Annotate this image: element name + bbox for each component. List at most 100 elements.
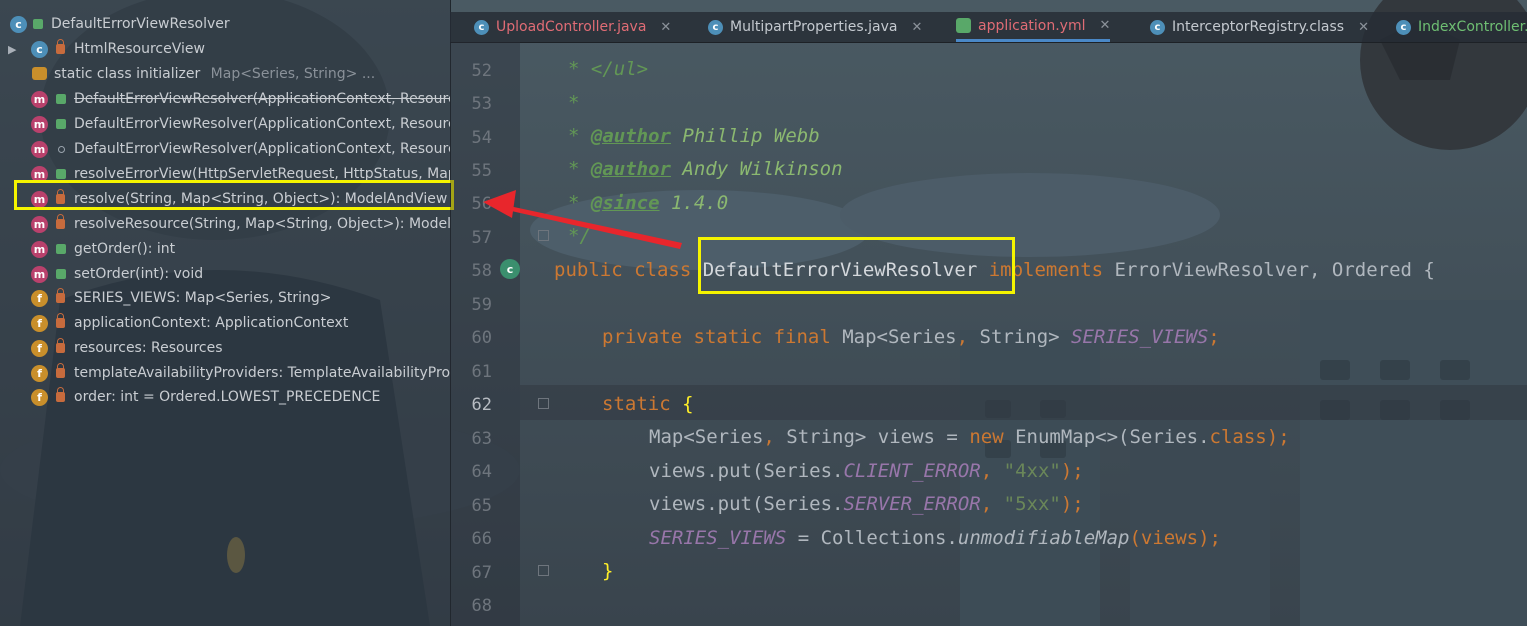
fold-marker-icon[interactable] <box>538 230 549 241</box>
close-icon[interactable]: ✕ <box>911 20 922 35</box>
code-token: } <box>602 560 614 582</box>
method-icon: m <box>31 240 48 258</box>
yaml-file-icon <box>956 18 971 33</box>
field-icon: f <box>31 364 48 382</box>
code-token: class <box>1209 426 1267 448</box>
structure-item[interactable]: ▶ c HtmlResourceView <box>0 37 450 61</box>
tab-index-controller[interactable]: c IndexController. <box>1396 12 1527 42</box>
code-token: SERVER_ERROR <box>843 493 981 515</box>
line-number: 64 <box>471 462 492 482</box>
structure-item[interactable]: f templateAvailabilityProviders: Templat… <box>0 361 450 385</box>
structure-item[interactable]: static class initializer Map<Series, Str… <box>0 62 450 86</box>
code-token: = Collections. <box>786 527 958 549</box>
implemented-interface-gutter-icon[interactable]: c <box>500 259 520 279</box>
structure-item[interactable]: m DefaultErrorViewResolver(ApplicationCo… <box>0 87 450 111</box>
code-line-52: * </ul> <box>568 58 648 80</box>
code-token: , <box>956 326 980 348</box>
code-line-55: * @author Andy Wilkinson <box>568 158 843 180</box>
code-token: "5xx" <box>1003 493 1061 515</box>
structure-item[interactable]: m DefaultErrorViewResolver(ApplicationCo… <box>0 137 450 161</box>
code-line-53: * <box>568 92 579 114</box>
code-line-65: views.put(Series.SERVER_ERROR, "5xx"); <box>649 493 1084 515</box>
line-number-current: 62 <box>471 395 492 415</box>
private-visibility-icon <box>56 288 65 303</box>
tab-label: InterceptorRegistry.class <box>1172 19 1345 35</box>
code-line-57: */ <box>568 225 591 247</box>
field-icon: f <box>31 339 48 357</box>
code-token: , <box>763 426 787 448</box>
line-number: 66 <box>471 529 492 549</box>
code-token: ); <box>1266 426 1290 448</box>
close-icon[interactable]: ✕ <box>660 20 671 35</box>
code-editor[interactable]: 52 53 54 55 56 57 58 59 60 61 62 63 64 6… <box>450 42 1527 626</box>
code-token: views.put(Series. <box>649 460 844 482</box>
structure-item[interactable]: f order: int = Ordered.LOWEST_PRECEDENCE <box>0 385 450 409</box>
code-token: Andy Wilkinson <box>670 158 843 180</box>
structure-item-label: resources: Resources <box>74 340 223 356</box>
code-token: Map<Series <box>842 326 957 348</box>
structure-item[interactable]: m setOrder(int): void <box>0 262 450 286</box>
public-visibility-icon <box>56 169 66 179</box>
structure-item-label: SERIES_VIEWS: Map<Series, String> <box>74 290 332 306</box>
private-visibility-icon <box>56 338 65 353</box>
public-visibility-icon <box>56 119 66 129</box>
structure-item[interactable]: f SERIES_VIEWS: Map<Series, String> <box>0 286 450 310</box>
structure-header[interactable]: c DefaultErrorViewResolver <box>0 12 450 36</box>
highlight-box-resolve <box>14 180 454 210</box>
private-visibility-icon <box>56 363 65 378</box>
code-token: * <box>568 125 591 147</box>
close-icon[interactable]: ✕ <box>1358 20 1369 35</box>
line-number: 65 <box>471 496 492 516</box>
structure-item-hint: Map<Series, String> ... <box>210 66 376 82</box>
code-line-64: views.put(Series.CLIENT_ERROR, "4xx"); <box>649 460 1084 482</box>
tab-application-yml[interactable]: application.yml ✕ <box>956 12 1111 42</box>
line-number: 59 <box>471 295 492 315</box>
structure-item-label: applicationContext: ApplicationContext <box>74 315 349 331</box>
class-icon: c <box>10 15 27 33</box>
structure-item[interactable]: m resolveResource(String, Map<String, Ob… <box>0 212 450 236</box>
structure-header-label: DefaultErrorViewResolver <box>51 16 230 32</box>
structure-item[interactable]: f applicationContext: ApplicationContext <box>0 311 450 335</box>
code-token: EnumMap<>(Series. <box>1015 426 1210 448</box>
code-token: (views); <box>1129 527 1221 549</box>
method-icon: m <box>31 115 48 133</box>
structure-item-label: setOrder(int): void <box>74 266 204 282</box>
code-token: 1.4.0 <box>659 192 729 214</box>
class-icon: c <box>31 40 48 58</box>
field-icon: f <box>31 314 48 332</box>
line-number: 67 <box>471 563 492 583</box>
line-number: 58 <box>471 261 492 281</box>
class-icon: c <box>474 19 489 35</box>
fold-marker-icon[interactable] <box>538 565 549 576</box>
private-visibility-icon <box>56 313 65 328</box>
tab-interceptor-registry[interactable]: c InterceptorRegistry.class ✕ <box>1150 12 1369 42</box>
code-token: SERIES_VIEWS <box>1071 326 1209 348</box>
public-visibility-icon <box>56 244 66 254</box>
structure-item-label: HtmlResourceView <box>74 41 205 57</box>
structure-item[interactable]: m getOrder(): int <box>0 237 450 261</box>
field-icon: f <box>31 289 48 307</box>
tab-upload-controller[interactable]: c UploadController.java ✕ <box>474 12 671 42</box>
structure-item-label: getOrder(): int <box>74 241 176 257</box>
code-line-56: * @since 1.4.0 <box>568 192 728 214</box>
public-visibility-icon <box>56 94 66 104</box>
structure-item-label: static class initializer <box>54 66 201 82</box>
expand-arrow-icon[interactable]: ▶ <box>8 43 16 56</box>
close-icon[interactable]: ✕ <box>1100 18 1111 33</box>
code-token: @author <box>590 125 671 147</box>
tab-multipart-properties[interactable]: c MultipartProperties.java ✕ <box>708 12 922 42</box>
public-visibility-icon <box>33 19 43 29</box>
code-line-63: Map<Series, String> views = new EnumMap<… <box>649 426 1290 448</box>
structure-item[interactable]: m DefaultErrorViewResolver(ApplicationCo… <box>0 112 450 136</box>
structure-item[interactable]: f resources: Resources <box>0 336 450 360</box>
code-token: private static final <box>602 326 843 348</box>
fold-marker-icon[interactable] <box>538 398 549 409</box>
private-visibility-icon <box>56 214 65 229</box>
code-line-66: SERIES_VIEWS = Collections.unmodifiableM… <box>649 527 1221 549</box>
private-visibility-icon <box>56 39 65 54</box>
method-icon: m <box>31 265 48 283</box>
structure-item-label: DefaultErrorViewResolver(ApplicationCont… <box>74 116 450 132</box>
structure-item-label: order: int = Ordered.LOWEST_PRECEDENCE <box>74 389 381 405</box>
initializer-icon <box>32 67 47 80</box>
code-token: , <box>980 493 1004 515</box>
